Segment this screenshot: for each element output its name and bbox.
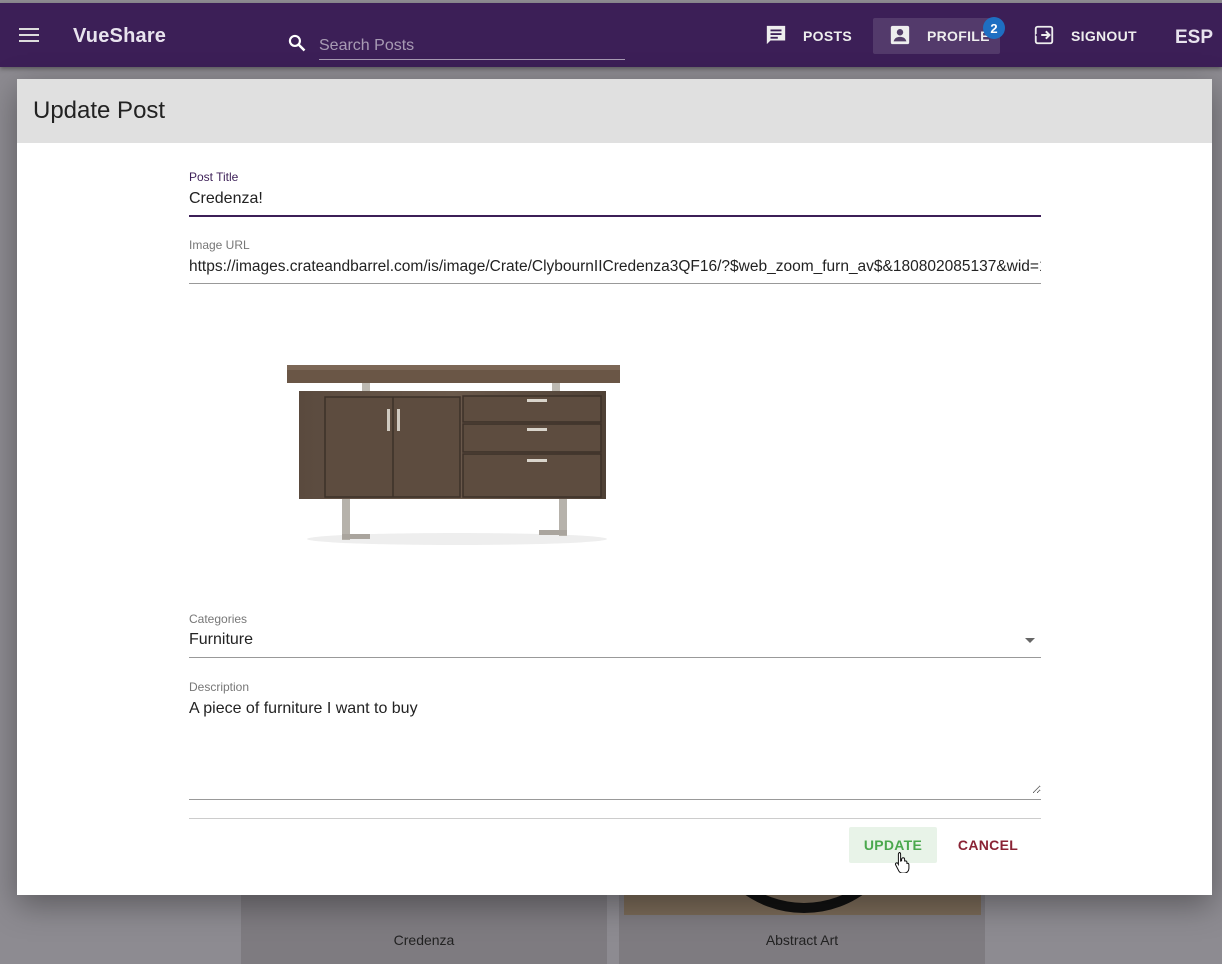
post-card[interactable]: Abstract Art [619,893,985,964]
search-input[interactable] [319,26,625,60]
post-card[interactable]: Credenza [241,893,607,964]
post-card-title: Abstract Art [765,932,839,948]
description-label: Description [189,680,250,694]
post-title-input[interactable] [189,189,1041,209]
description-field[interactable]: Description [189,680,1041,800]
post-title-label: Post Title [189,170,239,184]
profile-badge: 2 [983,17,1005,39]
divider [189,818,1041,819]
update-post-dialog: Update Post Post Title Image URL [17,79,1212,895]
chat-icon [765,24,803,49]
app-brand[interactable]: VueShare [73,25,166,48]
categories-value: Furniture [189,631,254,648]
account-box-icon [889,24,927,49]
image-preview [287,361,627,551]
hand-cursor-icon [894,851,910,878]
post-title-field[interactable]: Post Title [189,170,1041,217]
description-textarea[interactable] [189,699,1041,794]
categories-label: Categories [189,612,248,626]
nav-posts-label: POSTS [803,28,852,44]
image-url-label: Image URL [189,238,250,252]
language-toggle[interactable]: ESP [1175,27,1213,49]
image-url-field[interactable]: Image URL [189,238,1041,284]
dropdown-arrow-icon[interactable] [1025,638,1035,643]
cancel-button[interactable]: CANCEL [949,827,1027,863]
update-button[interactable]: UPDATE [849,827,937,863]
nav-signout-button[interactable]: SIGNOUT [1033,18,1137,54]
post-card-title: Credenza [393,932,455,948]
dialog-header: Update Post [17,79,1212,143]
nav-posts-button[interactable]: POSTS [765,18,852,54]
dialog-title: Update Post [33,97,166,124]
app-toolbar: VueShare POSTS PROFILE 2 SIGNOUT ESP [0,3,1222,67]
nav-profile-label: PROFILE [927,28,990,44]
nav-profile-button[interactable]: PROFILE [873,18,1000,54]
nav-signout-label: SIGNOUT [1071,28,1137,44]
image-url-input[interactable] [189,257,1041,277]
search-icon [287,33,307,58]
exit-icon [1033,24,1071,49]
categories-select[interactable]: Categories Furniture [189,612,1041,658]
menu-icon[interactable] [17,23,41,47]
post-card-image [624,893,981,915]
